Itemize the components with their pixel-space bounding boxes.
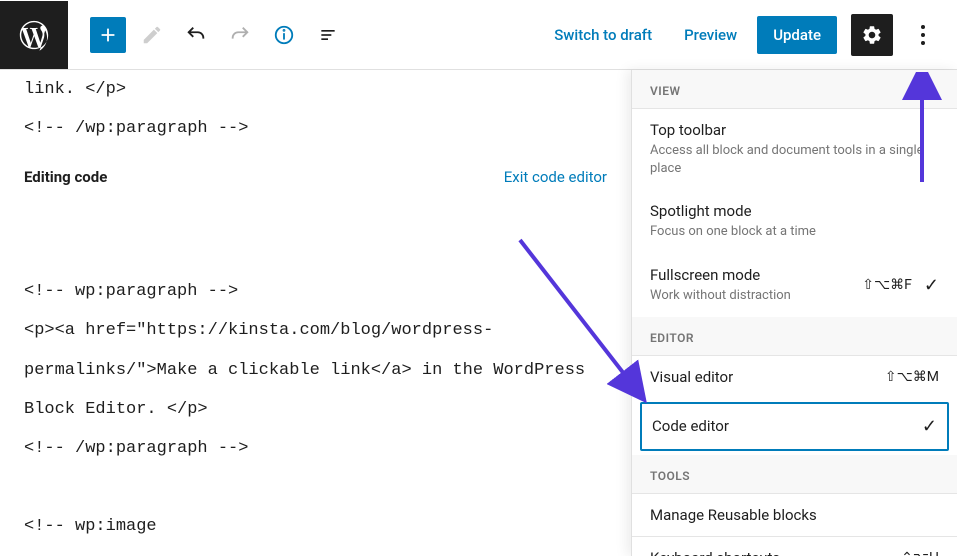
- check-icon: ✓: [924, 275, 939, 296]
- menu-item-visual-editor[interactable]: Visual editor ⇧⌥⌘M: [632, 356, 957, 398]
- update-button[interactable]: Update: [757, 16, 837, 54]
- list-icon: [318, 25, 338, 45]
- menu-item-title: Keyboard shortcuts: [650, 549, 780, 556]
- menu-item-shortcut: ⌃⌥H: [901, 550, 939, 556]
- menu-item-code-editor[interactable]: Code editor ✓: [640, 402, 949, 451]
- exit-code-editor-link[interactable]: Exit code editor: [504, 168, 607, 186]
- menu-item-title: Visual editor: [650, 368, 733, 386]
- undo-button[interactable]: [178, 17, 214, 53]
- code-textarea[interactable]: <!-- wp:paragraph --> <p><a href="https:…: [24, 194, 607, 556]
- section-header-editor: EDITOR: [632, 317, 957, 356]
- options-menu: VIEW Top toolbar Access all block and do…: [631, 70, 957, 556]
- menu-item-title: Top toolbar: [650, 121, 939, 139]
- menu-item-reusable-blocks[interactable]: Manage Reusable blocks: [632, 494, 957, 536]
- settings-button[interactable]: [851, 14, 893, 56]
- edit-button[interactable]: [134, 17, 170, 53]
- faded-code: link. </p> <!-- /wp:paragraph -->: [24, 70, 607, 148]
- top-toolbar: Switch to draft Preview Update: [0, 0, 957, 70]
- menu-item-shortcut: ⇧⌥⌘F: [862, 277, 912, 293]
- menu-item-desc: Work without distraction: [650, 287, 791, 305]
- menu-item-keyboard-shortcuts[interactable]: Keyboard shortcuts ⌃⌥H: [632, 537, 957, 556]
- undo-icon: [185, 24, 207, 46]
- menu-item-spotlight[interactable]: Spotlight mode Focus on one block at a t…: [632, 190, 957, 253]
- editing-code-label: Editing code: [24, 168, 107, 186]
- outline-button[interactable]: [310, 17, 346, 53]
- section-header-tools: TOOLS: [632, 455, 957, 494]
- menu-item-desc: Access all block and document tools in a…: [650, 142, 939, 178]
- wordpress-logo[interactable]: [0, 1, 68, 69]
- code-editor-panel: link. </p> <!-- /wp:paragraph --> Editin…: [0, 70, 631, 556]
- info-button[interactable]: [266, 17, 302, 53]
- more-vertical-icon: [920, 24, 926, 46]
- wordpress-icon: [17, 18, 51, 52]
- preview-button[interactable]: Preview: [672, 18, 749, 52]
- menu-item-desc: Focus on one block at a time: [650, 223, 816, 241]
- check-icon: ✓: [922, 416, 937, 437]
- section-header-view: VIEW: [632, 70, 957, 109]
- more-options-button[interactable]: [905, 17, 941, 53]
- gear-icon: [861, 24, 883, 46]
- plus-icon: [97, 24, 119, 46]
- menu-item-shortcut: ⇧⌥⌘M: [885, 369, 939, 385]
- info-icon: [273, 24, 295, 46]
- redo-button[interactable]: [222, 17, 258, 53]
- pencil-icon: [141, 24, 163, 46]
- content-area: link. </p> <!-- /wp:paragraph --> Editin…: [0, 70, 957, 556]
- menu-item-title: Spotlight mode: [650, 202, 816, 220]
- menu-item-fullscreen[interactable]: Fullscreen mode Work without distraction…: [632, 254, 957, 317]
- redo-icon: [229, 24, 251, 46]
- menu-item-top-toolbar[interactable]: Top toolbar Access all block and documen…: [632, 109, 957, 190]
- add-block-button[interactable]: [90, 17, 126, 53]
- editing-header: Editing code Exit code editor: [24, 148, 607, 194]
- menu-item-title: Code editor: [652, 417, 729, 435]
- menu-item-title: Fullscreen mode: [650, 266, 791, 284]
- menu-item-title: Manage Reusable blocks: [650, 506, 817, 524]
- switch-to-draft-button[interactable]: Switch to draft: [542, 18, 664, 52]
